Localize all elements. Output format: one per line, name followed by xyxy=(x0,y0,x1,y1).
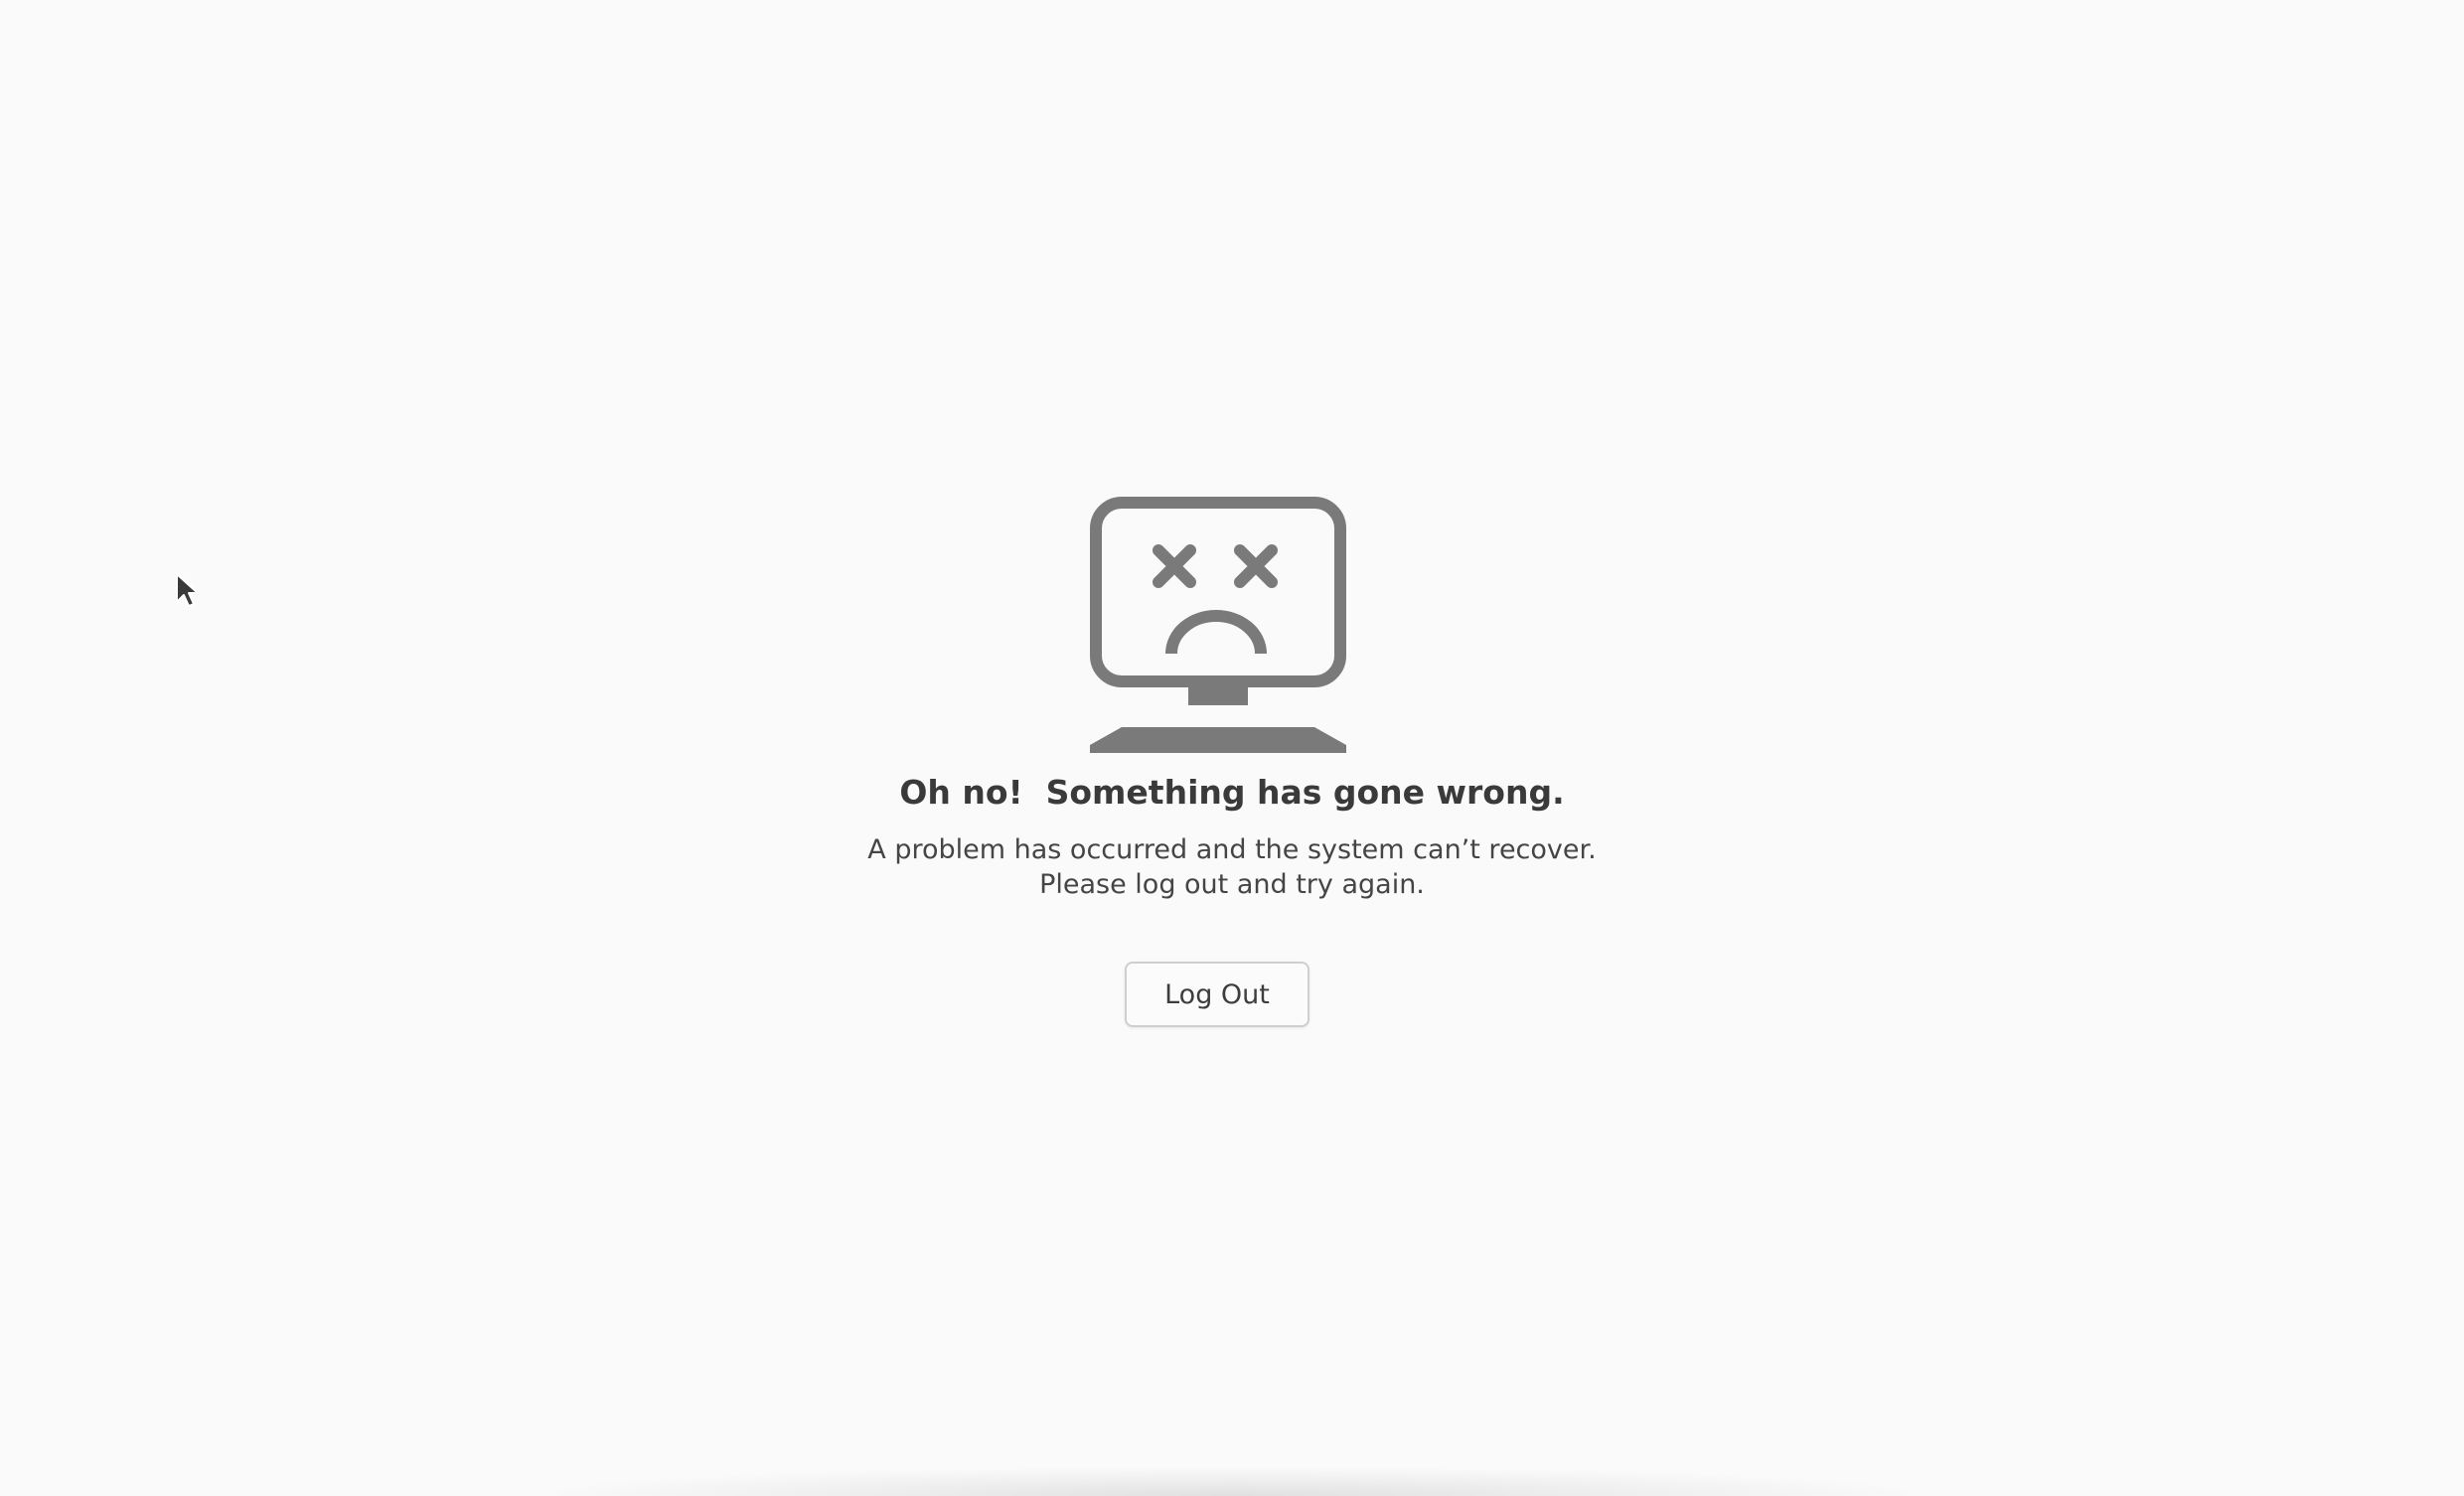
log-out-button[interactable]: Log Out xyxy=(1125,962,1309,1027)
error-title: Oh no! Something has gone wrong. xyxy=(899,773,1565,812)
bottom-edge-shadow xyxy=(556,1468,1908,1496)
error-message-line: Please log out and try again. xyxy=(1039,869,1425,900)
error-screen: Oh no! Something has gone wrong. A probl… xyxy=(0,0,2464,1496)
sad-computer-icon xyxy=(1090,497,1346,753)
error-message-line: A problem has occurred and the system ca… xyxy=(867,834,1597,865)
mouse-pointer-icon xyxy=(176,573,199,607)
error-message: A problem has occurred and the system ca… xyxy=(0,832,2464,902)
